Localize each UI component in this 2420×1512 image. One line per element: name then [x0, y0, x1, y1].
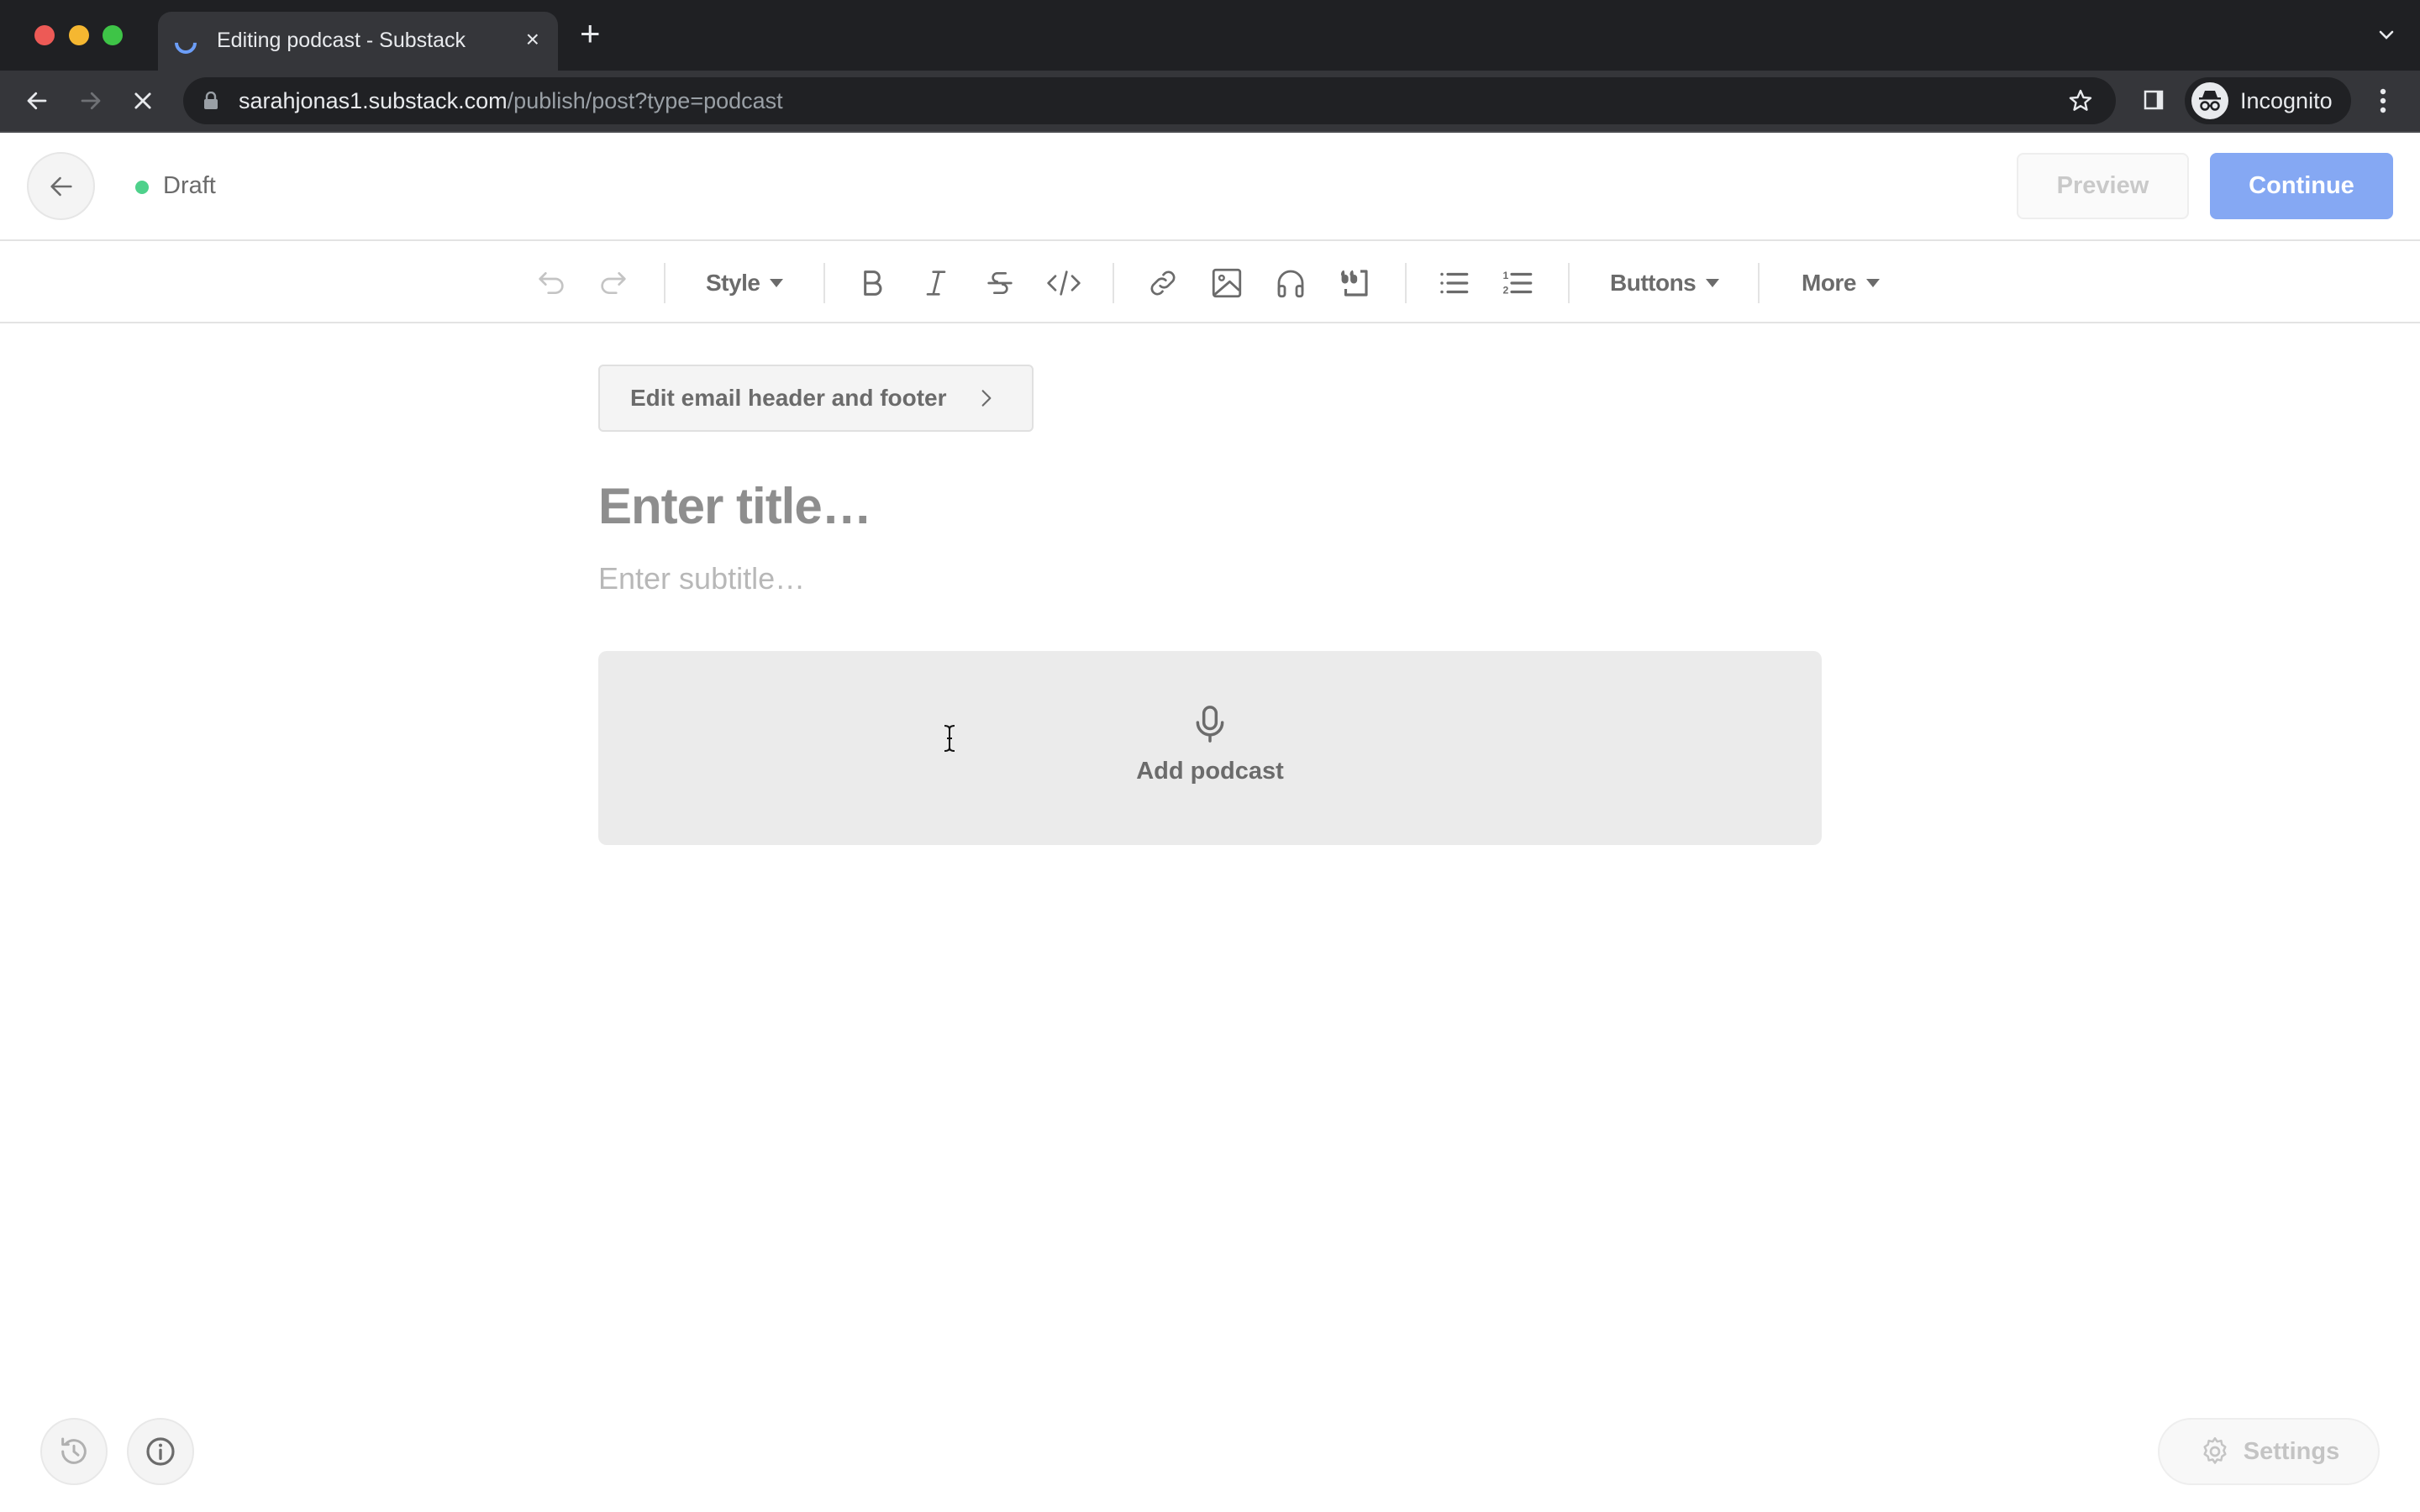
star-icon[interactable] — [2067, 87, 2094, 114]
undo-icon — [539, 272, 564, 294]
edit-email-header-footer-label: Edit email header and footer — [630, 385, 947, 411]
redo-button[interactable] — [595, 265, 632, 302]
kebab-menu-icon[interactable] — [2375, 86, 2391, 116]
strikethrough-button[interactable] — [981, 265, 1018, 302]
window-maximize-button[interactable] — [103, 25, 123, 45]
settings-label: Settings — [2243, 1437, 2340, 1465]
bulleted-list-icon — [1440, 272, 1469, 294]
browser-forward-button[interactable] — [74, 84, 108, 118]
url-host: sarahjonas1.substack.com — [239, 88, 508, 113]
code-icon — [1047, 270, 1081, 296]
numbered-list-icon: 1 2 — [1503, 270, 1533, 296]
buttons-dropdown-label: Buttons — [1610, 270, 1697, 296]
caret-down-icon — [1865, 279, 1880, 287]
toolbar-divider — [823, 263, 825, 303]
side-panel-icon[interactable] — [2141, 87, 2166, 113]
italic-icon — [926, 270, 946, 296]
redo-icon — [601, 272, 626, 294]
buttons-dropdown[interactable]: Buttons — [1610, 265, 1720, 302]
more-dropdown-label: More — [1802, 270, 1856, 296]
toolbar-divider — [1405, 263, 1407, 303]
browser-stop-button[interactable] — [126, 84, 160, 118]
status-dot — [135, 181, 149, 194]
tab-close-icon[interactable]: × — [526, 27, 539, 52]
toolbar-divider — [664, 263, 666, 303]
preview-button[interactable]: Preview — [2017, 153, 2189, 219]
chevron-right-icon — [981, 390, 991, 407]
microphone-icon — [1196, 706, 1224, 743]
editor-toolbar: Style 1 2 Buttons More — [0, 243, 2420, 323]
headphones-icon — [1277, 270, 1304, 298]
browser-toolbar: sarahjonas1.substack.com/publish/post?ty… — [0, 71, 2420, 133]
svg-text:2: 2 — [1503, 284, 1509, 296]
code-button[interactable] — [1045, 265, 1082, 302]
link-icon — [1150, 270, 1176, 296]
lock-icon — [204, 92, 218, 109]
bold-button[interactable] — [854, 265, 891, 302]
add-podcast-label: Add podcast — [1136, 758, 1284, 785]
status-badge: Draft — [163, 172, 216, 199]
gear-icon — [2203, 1436, 2227, 1464]
caret-down-icon — [1706, 279, 1720, 287]
caret-down-icon — [770, 279, 784, 287]
subtitle-input[interactable] — [598, 561, 1822, 596]
edit-email-header-footer-button[interactable]: Edit email header and footer — [598, 365, 1034, 432]
more-dropdown[interactable]: More — [1802, 265, 1880, 302]
url-path: /publish/post?type=podcast — [507, 88, 783, 113]
bold-icon — [864, 270, 882, 296]
style-dropdown[interactable]: Style — [706, 265, 784, 302]
text-cursor-icon — [944, 725, 955, 752]
info-icon — [146, 1437, 175, 1466]
url-text: sarahjonas1.substack.com/publish/post?ty… — [239, 88, 783, 114]
incognito-profile-button[interactable]: Incognito — [2185, 77, 2351, 124]
audio-button[interactable] — [1272, 265, 1309, 302]
toolbar-divider — [1568, 263, 1570, 303]
continue-button[interactable]: Continue — [2210, 153, 2393, 219]
toolbar-divider — [1758, 263, 1760, 303]
image-button[interactable] — [1208, 265, 1245, 302]
close-icon — [134, 92, 151, 109]
browser-back-button[interactable] — [20, 84, 54, 118]
browser-tab-active[interactable]: Editing podcast - Substack × — [158, 12, 558, 71]
loading-spinner-icon — [170, 27, 202, 59]
incognito-label: Incognito — [2240, 88, 2333, 113]
style-dropdown-label: Style — [706, 270, 760, 296]
new-tab-button[interactable]: + — [580, 16, 601, 51]
tab-title: Editing podcast - Substack — [217, 29, 466, 52]
version-history-button[interactable] — [40, 1418, 108, 1485]
incognito-icon — [2191, 82, 2228, 119]
numbered-list-button[interactable]: 1 2 — [1499, 265, 1536, 302]
pull-quote-icon — [1341, 270, 1368, 297]
arrow-left-icon — [50, 176, 72, 196]
post-info-button[interactable] — [127, 1418, 194, 1485]
pull-quote-button[interactable] — [1336, 265, 1373, 302]
history-icon — [61, 1437, 87, 1464]
address-bar[interactable]: sarahjonas1.substack.com/publish/post?ty… — [183, 77, 2116, 124]
bulleted-list-button[interactable] — [1435, 265, 1472, 302]
image-icon — [1212, 268, 1242, 298]
undo-button[interactable] — [533, 265, 570, 302]
settings-button[interactable]: Settings — [2158, 1418, 2380, 1485]
arrow-right-icon — [81, 92, 101, 110]
browser-tab-strip: Editing podcast - Substack × + — [0, 0, 2420, 71]
toolbar-divider — [1113, 263, 1114, 303]
editor-header: Draft Preview Continue — [0, 133, 2420, 241]
title-input[interactable] — [598, 477, 1822, 535]
window-minimize-button[interactable] — [69, 25, 89, 45]
svg-text:1: 1 — [1503, 270, 1509, 281]
arrow-left-icon — [27, 92, 47, 110]
window-close-button[interactable] — [34, 25, 55, 45]
strikethrough-icon — [987, 272, 1013, 294]
add-podcast-dropzone[interactable] — [598, 651, 1822, 845]
back-button[interactable] — [27, 152, 95, 220]
link-button[interactable] — [1144, 265, 1181, 302]
chevron-down-icon[interactable] — [2376, 25, 2396, 45]
italic-button[interactable] — [918, 265, 955, 302]
